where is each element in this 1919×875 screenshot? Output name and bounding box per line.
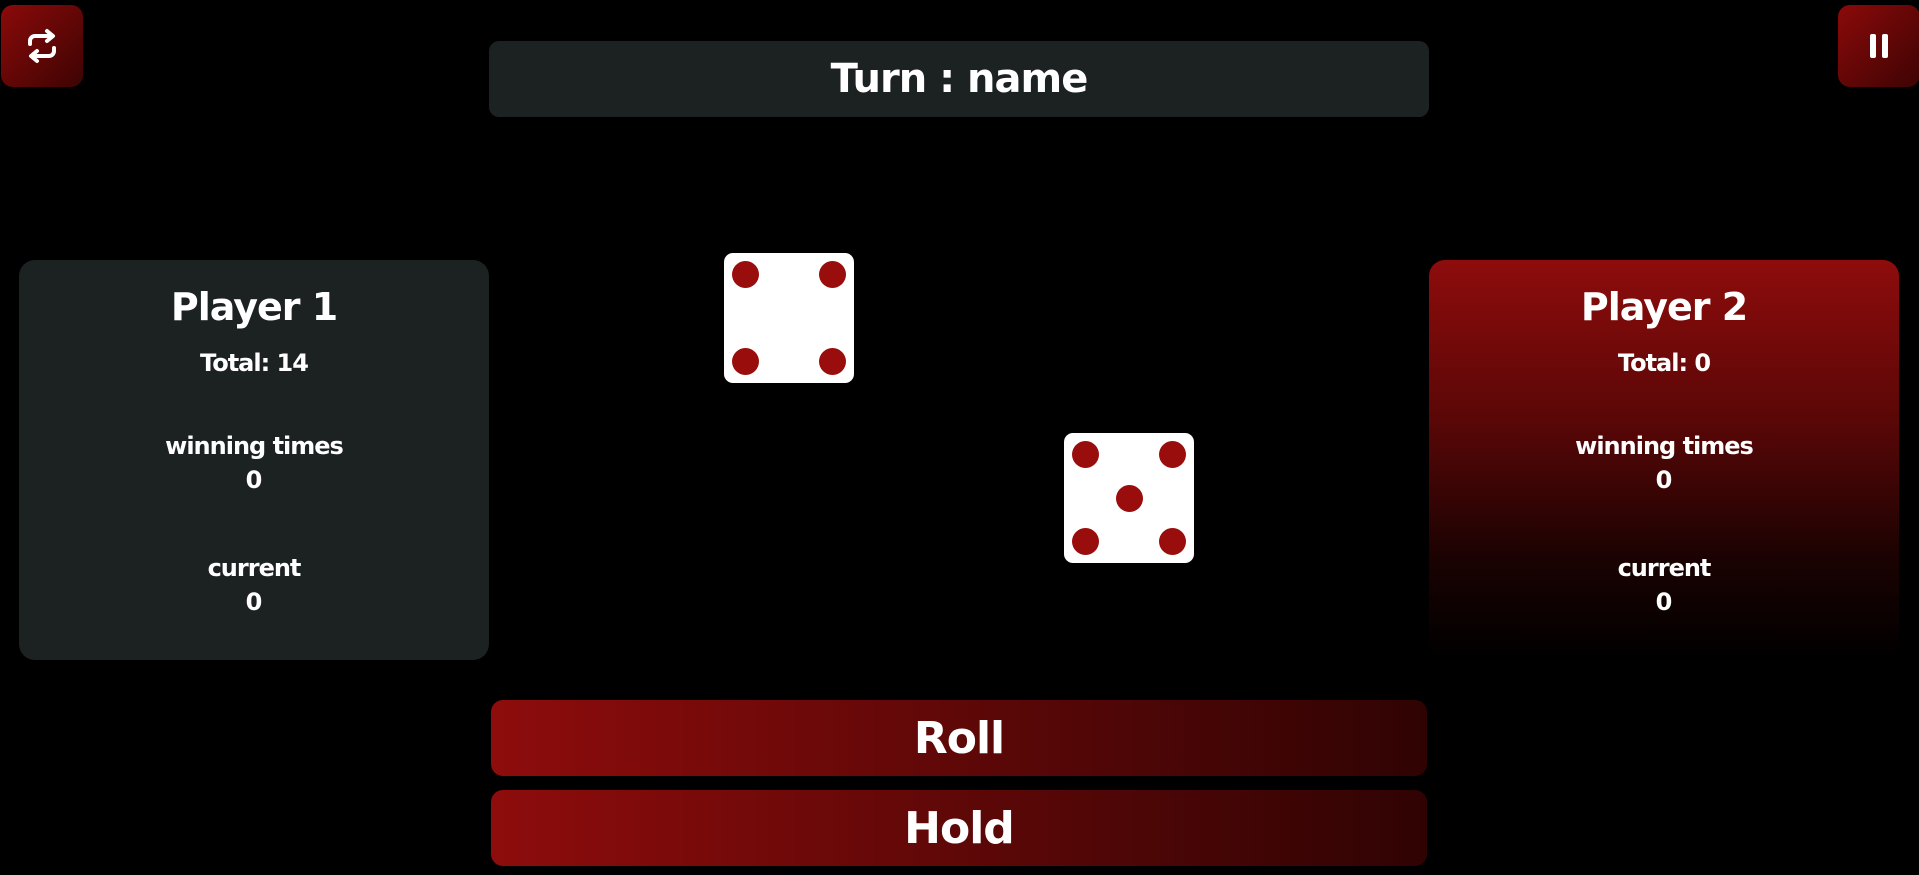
player-2-panel: Player 2 Total: 0 winning times 0 curren…: [1429, 260, 1899, 660]
current-label: current: [1617, 554, 1712, 582]
die-pip: [1115, 484, 1143, 512]
hold-button[interactable]: Hold: [491, 790, 1427, 866]
current-label: current: [207, 554, 302, 582]
winning-times-label: winning times: [165, 432, 344, 460]
die-pip: [732, 348, 759, 375]
die-pip: [732, 261, 759, 288]
winning-times-value: 0: [1655, 466, 1673, 494]
player-name: Player 2: [1580, 285, 1748, 329]
winning-times-value: 0: [245, 466, 263, 494]
die-pip: [1159, 528, 1186, 555]
winning-times-label: winning times: [1575, 432, 1754, 460]
player-name: Player 1: [170, 285, 338, 329]
die-pip: [819, 261, 846, 288]
die-two: [1064, 433, 1194, 563]
die-pip: [1159, 441, 1186, 468]
pause-icon: [1870, 34, 1888, 58]
turn-indicator: Turn : name: [489, 41, 1429, 117]
current-value: 0: [1655, 588, 1673, 616]
current-value: 0: [245, 588, 263, 616]
player-1-panel: Player 1 Total: 14 winning times 0 curre…: [19, 260, 489, 660]
die-one: [724, 253, 854, 383]
die-pip: [1072, 441, 1099, 468]
roll-button[interactable]: Roll: [491, 700, 1427, 776]
die-pip: [1072, 528, 1099, 555]
restart-button[interactable]: [1, 5, 83, 87]
die-pip: [819, 348, 846, 375]
pause-button[interactable]: [1838, 5, 1919, 87]
player-total: Total: 0: [1617, 349, 1711, 377]
player-total: Total: 14: [200, 349, 309, 377]
repeat-arrows-icon: [28, 29, 56, 63]
